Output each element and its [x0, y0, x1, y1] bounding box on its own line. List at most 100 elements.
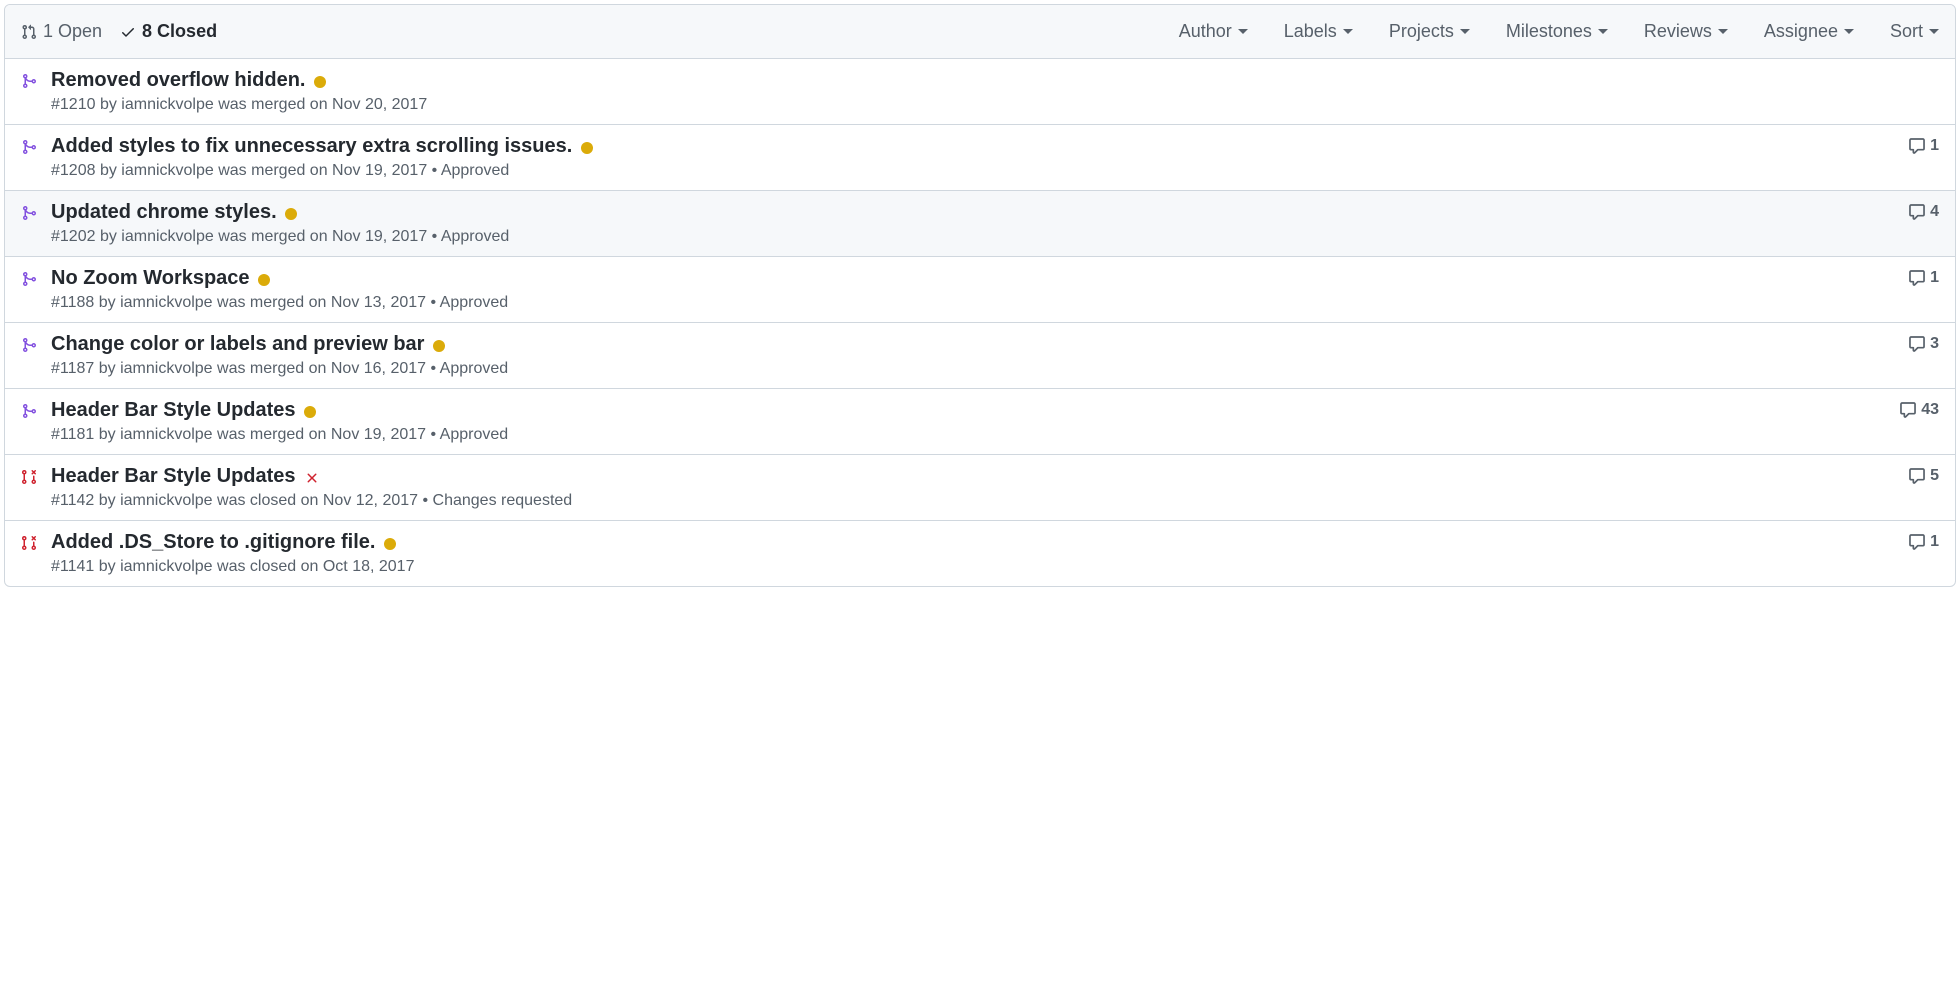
- pr-row: Added styles to fix unnecessary extra sc…: [5, 124, 1955, 190]
- pr-row: Header Bar Style Updates #1181 by iamnic…: [5, 388, 1955, 454]
- list-header: 1 Open 8 Closed Author Labels Projects Mile…: [5, 5, 1955, 59]
- row-right: 5: [1896, 465, 1939, 510]
- git-pull-request-icon: [21, 24, 37, 40]
- pr-title-link[interactable]: Added .DS_Store to .gitignore file.: [51, 531, 375, 553]
- filter-sort[interactable]: Sort: [1890, 21, 1939, 42]
- check-icon: [120, 24, 136, 40]
- dot-icon: [384, 538, 396, 550]
- comment-icon: [1908, 335, 1926, 353]
- comments-link[interactable]: 43: [1899, 401, 1939, 419]
- dot-icon: [433, 340, 445, 352]
- comment-icon: [1908, 269, 1926, 287]
- comment-icon: [1908, 137, 1926, 155]
- ci-status-pending-icon[interactable]: [581, 142, 593, 154]
- filter-projects[interactable]: Projects: [1389, 21, 1470, 42]
- dot-icon: [314, 76, 326, 88]
- pr-row: No Zoom Workspace #1188 by iamnickvolpe …: [5, 256, 1955, 322]
- caret-down-icon: [1844, 29, 1854, 34]
- ci-status-pending-icon[interactable]: [384, 538, 396, 550]
- filter-assignee[interactable]: Assignee: [1764, 21, 1854, 42]
- filter-label: Reviews: [1644, 21, 1712, 42]
- comment-icon: [1908, 533, 1926, 551]
- caret-down-icon: [1598, 29, 1608, 34]
- filter-label: Author: [1179, 21, 1232, 42]
- open-tab[interactable]: 1 Open: [21, 21, 102, 42]
- ci-status-pending-icon[interactable]: [433, 340, 445, 352]
- pr-title-link[interactable]: Change color or labels and preview bar: [51, 333, 424, 355]
- row-status-icon: [21, 399, 43, 444]
- row-main: Change color or labels and preview bar #…: [51, 333, 1896, 378]
- git-merge-icon: [21, 403, 37, 419]
- pr-subtitle: #1142 by iamnickvolpe was closed on Nov …: [51, 492, 1896, 510]
- closed-count-label: 8 Closed: [142, 21, 217, 42]
- pr-title-link[interactable]: Header Bar Style Updates: [51, 399, 296, 421]
- ci-status-pending-icon[interactable]: [304, 406, 316, 418]
- row-right: 43: [1887, 399, 1939, 444]
- filter-milestones[interactable]: Milestones: [1506, 21, 1608, 42]
- comments-link[interactable]: 3: [1908, 335, 1939, 353]
- filter-bar: Author Labels Projects Milestones Reviews Ass…: [1179, 21, 1939, 42]
- pr-title-link[interactable]: Added styles to fix unnecessary extra sc…: [51, 135, 572, 157]
- git-merge-icon: [21, 271, 37, 287]
- row-main: Added .DS_Store to .gitignore file. #114…: [51, 531, 1896, 576]
- row-main: Header Bar Style Updates #1142 by iamnic…: [51, 465, 1896, 510]
- filter-label: Assignee: [1764, 21, 1838, 42]
- pr-row: Header Bar Style Updates #1142 by iamnic…: [5, 454, 1955, 520]
- git-merge-icon: [21, 337, 37, 353]
- pr-title-link[interactable]: No Zoom Workspace: [51, 267, 250, 289]
- pr-row: Change color or labels and preview bar #…: [5, 322, 1955, 388]
- row-right: 1: [1896, 531, 1939, 576]
- row-status-icon: [21, 69, 43, 114]
- comment-count: 5: [1930, 467, 1939, 485]
- pr-list-container: 1 Open 8 Closed Author Labels Projects Mile…: [4, 4, 1956, 587]
- filter-label: Projects: [1389, 21, 1454, 42]
- filter-author[interactable]: Author: [1179, 21, 1248, 42]
- row-right: 1: [1896, 135, 1939, 180]
- comment-count: 1: [1930, 137, 1939, 155]
- row-status-icon: [21, 333, 43, 378]
- row-status-icon: [21, 465, 43, 510]
- comment-icon: [1908, 203, 1926, 221]
- git-merge-icon: [21, 73, 37, 89]
- comments-link[interactable]: 1: [1908, 137, 1939, 155]
- comment-count: 3: [1930, 335, 1939, 353]
- ci-status-failed-icon[interactable]: [304, 470, 320, 486]
- closed-tab[interactable]: 8 Closed: [120, 21, 217, 42]
- pr-title-link[interactable]: Updated chrome styles.: [51, 201, 277, 223]
- comments-link[interactable]: 5: [1908, 467, 1939, 485]
- comments-link[interactable]: 4: [1908, 203, 1939, 221]
- pr-subtitle: #1181 by iamnickvolpe was merged on Nov …: [51, 426, 1887, 444]
- ci-status-pending-icon[interactable]: [314, 76, 326, 88]
- caret-down-icon: [1718, 29, 1728, 34]
- row-main: No Zoom Workspace #1188 by iamnickvolpe …: [51, 267, 1896, 312]
- row-status-icon: [21, 531, 43, 576]
- ci-status-pending-icon[interactable]: [285, 208, 297, 220]
- filter-label: Labels: [1284, 21, 1337, 42]
- row-status-icon: [21, 201, 43, 246]
- pr-row: Updated chrome styles. #1202 by iamnickv…: [5, 190, 1955, 256]
- comments-link[interactable]: 1: [1908, 533, 1939, 551]
- comment-icon: [1899, 401, 1917, 419]
- comment-count: 4: [1930, 203, 1939, 221]
- state-tabs: 1 Open 8 Closed: [21, 21, 217, 42]
- comment-count: 1: [1930, 533, 1939, 551]
- row-right: 4: [1896, 201, 1939, 246]
- comment-count: 43: [1921, 401, 1939, 419]
- pr-subtitle: #1208 by iamnickvolpe was merged on Nov …: [51, 162, 1896, 180]
- comments-link[interactable]: 1: [1908, 269, 1939, 287]
- row-right: 3: [1896, 333, 1939, 378]
- ci-status-pending-icon[interactable]: [258, 274, 270, 286]
- dot-icon: [285, 208, 297, 220]
- pr-title-link[interactable]: Header Bar Style Updates: [51, 465, 296, 487]
- git-pull-request-closed-icon: [21, 469, 37, 485]
- filter-reviews[interactable]: Reviews: [1644, 21, 1728, 42]
- pr-subtitle: #1210 by iamnickvolpe was merged on Nov …: [51, 96, 1927, 114]
- open-count-label: 1 Open: [43, 21, 102, 42]
- pr-rows: Removed overflow hidden. #1210 by iamnic…: [5, 59, 1955, 586]
- row-main: Header Bar Style Updates #1181 by iamnic…: [51, 399, 1887, 444]
- filter-labels[interactable]: Labels: [1284, 21, 1353, 42]
- row-main: Updated chrome styles. #1202 by iamnickv…: [51, 201, 1896, 246]
- pr-title-link[interactable]: Removed overflow hidden.: [51, 69, 305, 91]
- pr-subtitle: #1187 by iamnickvolpe was merged on Nov …: [51, 360, 1896, 378]
- caret-down-icon: [1343, 29, 1353, 34]
